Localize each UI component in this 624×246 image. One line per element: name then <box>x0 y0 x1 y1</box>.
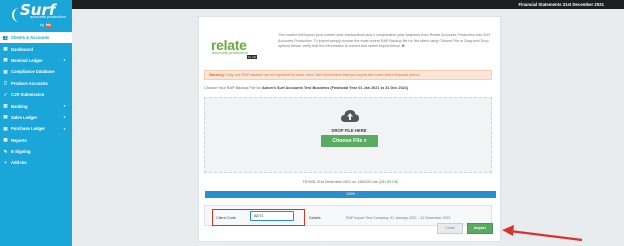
signature-icon: ✎ <box>3 148 8 154</box>
sidebar-item-label: Dashboard <box>11 46 33 52</box>
sidebar-item-label: E-Signing <box>11 149 31 155</box>
sidebar-item-nominal-ledger[interactable]: ▤ Nominal Ledger ▼ <box>0 55 72 66</box>
sidebar-item-label: Produce Accounts <box>11 80 48 86</box>
file-drop-zone[interactable]: DROP FILE HERE Choose File ⌕ <box>204 97 492 173</box>
sidebar: Surf accounts production by Iris 👥 Clien… <box>0 0 72 246</box>
topbar-title: Financial Statements 31st December 2021 <box>518 1 604 7</box>
sidebar-item-cjr-submission[interactable]: ✓ CJR Submission <box>0 89 72 100</box>
details-value: RAP Import Test Company, 01 January 2021… <box>346 216 451 220</box>
red-arrow-annotation <box>502 225 583 242</box>
sidebar-item-label: Reports <box>11 137 27 143</box>
import-panel: relate accounts production by Iris This … <box>198 16 501 242</box>
top-bar: Financial Statements 31st December 2021 <box>72 0 624 9</box>
sidebar-item-dashboard[interactable]: ▦ Dashboard <box>0 43 72 54</box>
chevron-down-icon: ▼ <box>63 115 66 120</box>
sales-icon: ▤ <box>3 114 8 120</box>
sidebar-item-add-ins[interactable]: + Add-Ins <box>0 157 72 168</box>
choose-file-client: Aaron's Surf Accounts Test Business (Fin… <box>261 86 409 90</box>
file-name: TES001 31st December 2021 on 1482022.rds <box>302 180 378 184</box>
relate-logo-subtitle: accounts production <box>212 50 248 55</box>
sidebar-item-label: CJR Submission <box>11 92 45 98</box>
logo-by: by Iris <box>40 23 52 27</box>
sidebar-item-label: Nominal Ledger <box>11 57 43 63</box>
import-button[interactable]: Import <box>467 223 493 234</box>
report-icon: ▦ <box>3 137 8 143</box>
ledger-icon: ▤ <box>3 57 8 63</box>
file-size: (281.89 KB) <box>378 180 399 184</box>
relate-logo-by: by Iris <box>247 55 258 59</box>
sidebar-item-clients-accounts[interactable]: 👥 Clients & Accounts <box>0 32 72 44</box>
dashboard-icon: ▦ <box>3 46 8 52</box>
client-code-input[interactable] <box>250 211 294 221</box>
bank-icon: ▥ <box>3 103 8 109</box>
upload-progress-bar: 100% <box>205 191 496 198</box>
warning-label: Warning: <box>209 73 225 77</box>
app-window: Surf accounts production by Iris 👥 Clien… <box>0 0 624 246</box>
sidebar-item-label: Sales Ledger <box>11 114 38 120</box>
plus-icon: + <box>4 160 7 166</box>
sidebar-item-label: Compliance Database <box>11 69 55 75</box>
details-label: Details <box>309 216 321 220</box>
choose-file-prefix: Choose Your RAP Backup File for <box>204 86 261 90</box>
client-code-label: Client Code <box>216 216 236 220</box>
sidebar-item-label: Purchase Ledger <box>11 126 45 132</box>
selected-file-info: TES001 31st December 2021 on 1482022.rds… <box>199 180 502 184</box>
sidebar-item-reports[interactable]: ▦ Reports <box>0 135 72 146</box>
sidebar-item-e-signing[interactable]: ✎ E-Signing <box>0 146 72 157</box>
database-icon: ▥ <box>3 68 8 74</box>
progress-fill: 100% <box>205 191 496 198</box>
warning-text: Only one RAP dataset can be imported for… <box>225 73 421 77</box>
intro-text: This routine will import your current ye… <box>278 33 490 49</box>
chevron-down-icon: ▼ <box>63 58 66 63</box>
choose-file-label: Choose File <box>332 138 363 144</box>
document-icon: ▯ <box>4 80 7 86</box>
close-button[interactable]: Close <box>437 223 463 234</box>
submission-icon: ✓ <box>3 91 8 97</box>
sidebar-item-produce-accounts[interactable]: ▯ Produce Accounts <box>0 78 72 89</box>
sidebar-item-banking[interactable]: ▥ Banking ▼ <box>0 100 72 111</box>
sidebar-item-label: Add-Ins <box>11 160 27 166</box>
search-icon: ⌕ <box>363 138 367 144</box>
chevron-down-icon: ▼ <box>63 104 66 109</box>
sidebar-nav: 👥 Clients & Accounts ▦ Dashboard ▤ Nomin… <box>0 32 72 169</box>
sidebar-item-purchase-ledger[interactable]: ▤ Purchase Ledger ▼ <box>0 123 72 134</box>
cloud-upload-icon <box>341 110 359 122</box>
users-icon: 👥 <box>2 34 9 40</box>
choose-file-button[interactable]: Choose File ⌕ <box>321 135 378 147</box>
drop-file-text: DROP FILE HERE <box>331 128 367 133</box>
logo-subtitle: accounts production <box>30 14 66 19</box>
surf-logo[interactable]: Surf accounts production by Iris <box>12 1 68 28</box>
sidebar-item-sales-ledger[interactable]: ▤ Sales Ledger ▼ <box>0 112 72 123</box>
warning-banner: Warning: Only one RAP dataset can be imp… <box>204 70 492 80</box>
choose-file-prompt: Choose Your RAP Backup File for Aaron's … <box>204 86 408 90</box>
sidebar-item-compliance-database[interactable]: ▥ Compliance Database <box>0 66 72 77</box>
chevron-down-icon: ▼ <box>63 126 66 131</box>
sidebar-item-label: Clients & Accounts <box>11 35 50 41</box>
cart-icon: ▤ <box>3 125 8 131</box>
relate-logo: relate accounts production by Iris <box>211 37 261 59</box>
sidebar-item-label: Banking <box>11 103 28 109</box>
